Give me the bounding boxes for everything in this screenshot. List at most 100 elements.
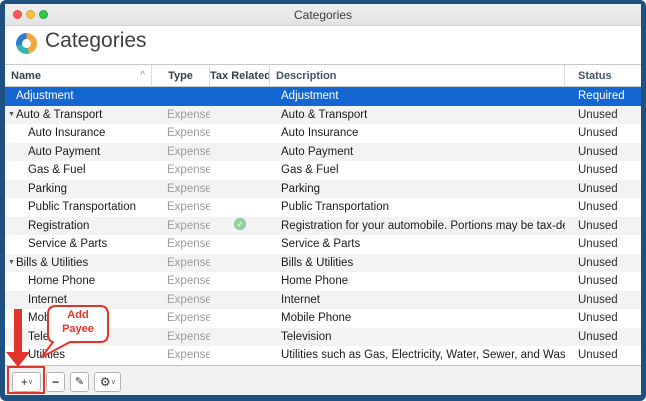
table-header: Name ^ Type Tax Related Description Stat…	[5, 64, 641, 87]
cell-status: Unused	[565, 254, 641, 273]
column-header-name[interactable]: Name ^	[5, 65, 152, 87]
pencil-icon: ✎	[75, 376, 84, 388]
cell-type: Expense	[152, 106, 210, 125]
annotation-callout-text: Add Payee	[48, 308, 108, 336]
cell-description: Adjustment	[270, 87, 565, 106]
table-row[interactable]: Home PhoneExpenseHome PhoneUnused	[5, 272, 641, 291]
app-window: Categories Categories Name ^ Type Tax Re…	[5, 4, 641, 395]
cell-tax-related: ✓	[210, 217, 270, 236]
cell-name: Parking	[5, 180, 152, 199]
cell-name: Service & Parts	[5, 235, 152, 254]
cell-status: Unused	[565, 235, 641, 254]
cell-tax-related	[210, 328, 270, 347]
cell-type: Expense	[152, 254, 210, 273]
cell-tax-related	[210, 254, 270, 273]
cell-tax-related	[210, 87, 270, 106]
cell-tax-related	[210, 235, 270, 254]
cell-type: Expense	[152, 143, 210, 162]
title-bar[interactable]: Categories	[5, 4, 641, 26]
cell-description: Auto & Transport	[270, 106, 565, 125]
column-header-status[interactable]: Status	[565, 65, 641, 87]
table-row[interactable]: Auto PaymentExpenseAuto PaymentUnused	[5, 143, 641, 162]
cell-status: Unused	[565, 291, 641, 310]
cell-type: Expense	[152, 124, 210, 143]
cell-name: Auto Payment	[5, 143, 152, 162]
cell-type	[152, 87, 210, 106]
column-header-description[interactable]: Description	[270, 65, 565, 87]
cell-type: Expense	[152, 161, 210, 180]
cell-type: Expense	[152, 235, 210, 254]
cell-type: Expense	[152, 272, 210, 291]
table-row[interactable]: ▼Bills & UtilitiesExpense Bills & Utiliti…	[5, 254, 641, 273]
page-header: Categories	[5, 27, 641, 64]
chevron-down-icon: v	[112, 379, 116, 386]
tax-check-icon: ✓	[234, 218, 246, 230]
disclosure-triangle-icon[interactable]: ▼	[7, 254, 16, 273]
table-row[interactable]: ParkingExpenseParkingUnused	[5, 180, 641, 199]
cell-status: Unused	[565, 198, 641, 217]
table-row[interactable]: Auto InsuranceExpenseAuto InsuranceUnuse…	[5, 124, 641, 143]
table-row[interactable]: Public TransportationExpensePublic Trans…	[5, 198, 641, 217]
disclosure-triangle-icon[interactable]: ▼	[7, 106, 16, 125]
cell-tax-related	[210, 124, 270, 143]
cell-status: Unused	[565, 346, 641, 365]
cell-name: Gas & Fuel	[5, 161, 152, 180]
window-title: Categories	[5, 8, 641, 22]
column-header-tax-related[interactable]: Tax Related	[210, 65, 270, 87]
cell-description: Service & Parts	[270, 235, 565, 254]
cell-status: Unused	[565, 328, 641, 347]
table-row[interactable]: Gas & FuelExpenseGas & FuelUnused	[5, 161, 641, 180]
cell-status: Unused	[565, 309, 641, 328]
cell-type: Expense	[152, 198, 210, 217]
cell-type: Expense	[152, 328, 210, 347]
cell-description: Gas & Fuel	[270, 161, 565, 180]
donut-chart-icon	[16, 33, 37, 54]
cell-tax-related	[210, 346, 270, 365]
cell-description: Home Phone	[270, 272, 565, 291]
cell-tax-related	[210, 198, 270, 217]
table-row[interactable]: RegistrationExpense✓Registration for you…	[5, 217, 641, 236]
cell-tax-related	[210, 272, 270, 291]
cell-name: ▼Bills & Utilities	[5, 254, 152, 273]
cell-name: Adjustment	[5, 87, 152, 106]
table-row[interactable]: Service & PartsExpenseService & PartsUnu…	[5, 235, 641, 254]
table-row[interactable]: AdjustmentAdjustmentRequired	[5, 87, 641, 106]
cell-name: Public Transportation	[5, 198, 152, 217]
bottom-toolbar: +v − ✎ ⚙v	[5, 365, 641, 396]
table-row[interactable]: ▼Auto & TransportExpense Auto & Transport…	[5, 106, 641, 125]
cell-name: Registration	[5, 217, 152, 236]
annotation-arrow-shaft	[14, 309, 22, 353]
edit-category-button[interactable]: ✎	[70, 372, 89, 392]
page-title: Categories	[45, 29, 147, 53]
cell-status: Unused	[565, 217, 641, 236]
cell-tax-related	[210, 106, 270, 125]
cell-status: Unused	[565, 124, 641, 143]
cell-description: Internet	[270, 291, 565, 310]
cell-description: Auto Payment	[270, 143, 565, 162]
cell-description: Bills & Utilities	[270, 254, 565, 273]
cell-description: Public Transportation	[270, 198, 565, 217]
cell-tax-related	[210, 180, 270, 199]
sort-asc-icon: ^	[140, 65, 145, 87]
cell-type: Expense	[152, 217, 210, 236]
cell-tax-related	[210, 309, 270, 328]
actions-menu-button[interactable]: ⚙v	[94, 372, 121, 392]
cell-tax-related	[210, 161, 270, 180]
cell-tax-related	[210, 143, 270, 162]
remove-category-button[interactable]: −	[46, 372, 65, 392]
cell-status: Unused	[565, 161, 641, 180]
cell-name: Auto Insurance	[5, 124, 152, 143]
gear-icon: ⚙	[100, 375, 111, 389]
column-header-type[interactable]: Type	[152, 65, 210, 87]
cell-description: Auto Insurance	[270, 124, 565, 143]
cell-description: Television	[270, 328, 565, 347]
cell-name: Home Phone	[5, 272, 152, 291]
cell-description: Utilities such as Gas, Electricity, Wate…	[270, 346, 565, 365]
window-frame: Categories Categories Name ^ Type Tax Re…	[0, 0, 646, 401]
cell-type: Expense	[152, 309, 210, 328]
cell-type: Expense	[152, 346, 210, 365]
cell-status: Unused	[565, 180, 641, 199]
cell-status: Required	[565, 87, 641, 106]
cell-type: Expense	[152, 291, 210, 310]
cell-name: ▼Auto & Transport	[5, 106, 152, 125]
